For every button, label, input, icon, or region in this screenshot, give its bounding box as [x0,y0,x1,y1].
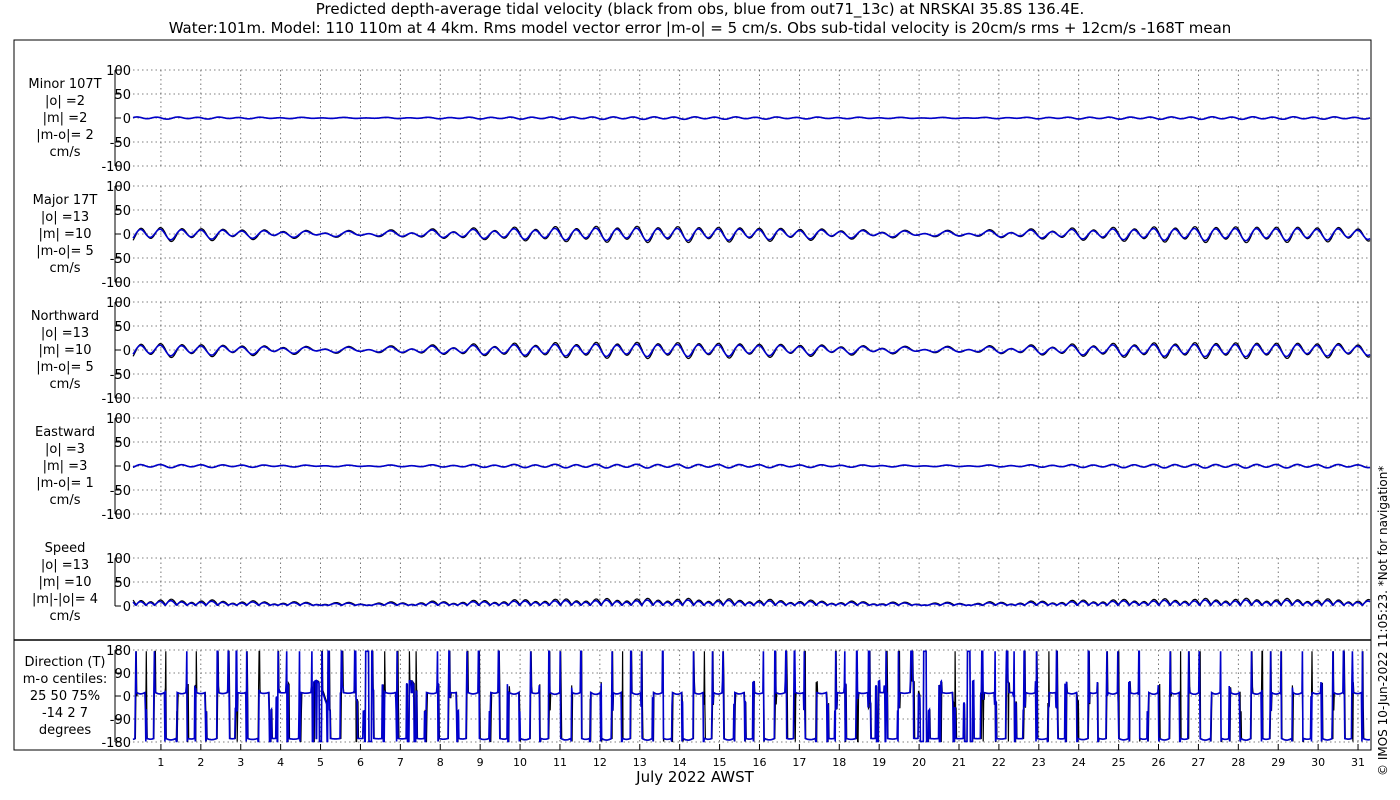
x-tick-label: 22 [992,756,1006,769]
tidal-velocity-chart: 100500-50-100100500-50-100100500-50-1001… [13,39,1372,769]
x-tick-label: 31 [1351,756,1365,769]
x-tick-label: 7 [397,756,404,769]
x-tick-label: 21 [952,756,966,769]
panel-label-speed: Speed |o| =13 |m| =10 |m|-|o|= 4 cm/s [31,541,99,624]
x-tick-label: 23 [1032,756,1046,769]
x-tick-label: 1 [157,756,164,769]
x-tick-label: 24 [1072,756,1086,769]
y-tick-label: 0 [123,228,131,243]
x-tick-label: 20 [912,756,926,769]
y-tick-label: -100 [101,392,131,407]
x-tick-label: 25 [1112,756,1126,769]
panel-label-minor: Minor 107T |o| =2 |m| =2 |m-o|= 2 cm/s [28,77,102,160]
x-tick-label: 19 [872,756,886,769]
y-tick-label: 0 [123,460,131,475]
panel-label-eastward: Eastward |o| =3 |m| =3 |m-o|= 1 cm/s [34,425,96,508]
y-tick-label: 0 [123,112,131,127]
model-series-line [132,463,1371,469]
figure-frame [13,39,1372,751]
panel-label-direction: Direction (T) m-o centiles: 25 50 75% -1… [22,655,108,738]
x-tick-label: 5 [317,756,324,769]
y-tick-label: -100 [101,160,131,175]
y-tick-label: 0 [123,690,131,705]
x-tick-label: 27 [1191,756,1205,769]
x-tick-label: 29 [1271,756,1285,769]
panel-label-northward: Northward |o| =13 |m| =10 |m-o|= 5 cm/s [30,309,100,392]
x-tick-label: 2 [197,756,204,769]
y-tick-label: 0 [123,600,131,615]
y-tick-label: 0 [123,344,131,359]
x-tick-label: 18 [832,756,846,769]
x-tick-label: 10 [513,756,527,769]
model-series-line [132,115,1371,121]
model-series-line [132,650,1371,743]
x-tick-label: 9 [477,756,484,769]
x-tick-label: 30 [1311,756,1325,769]
x-tick-label: 3 [237,756,244,769]
copyright-notice: © IMOS 10-Jun-2022 11:05:23. *Not for na… [1376,465,1390,776]
x-tick-label: 28 [1231,756,1245,769]
x-axis-title: July 2022 AWST [636,768,754,786]
x-tick-label: 8 [437,756,444,769]
x-tick-label: 6 [357,756,364,769]
panel-label-major: Major 17T |o| =13 |m| =10 |m-o|= 5 cm/s [32,193,98,276]
x-tick-label: 4 [277,756,284,769]
x-tick-label: 26 [1152,756,1166,769]
y-tick-label: -100 [101,276,131,291]
y-tick-label: -100 [101,508,131,523]
